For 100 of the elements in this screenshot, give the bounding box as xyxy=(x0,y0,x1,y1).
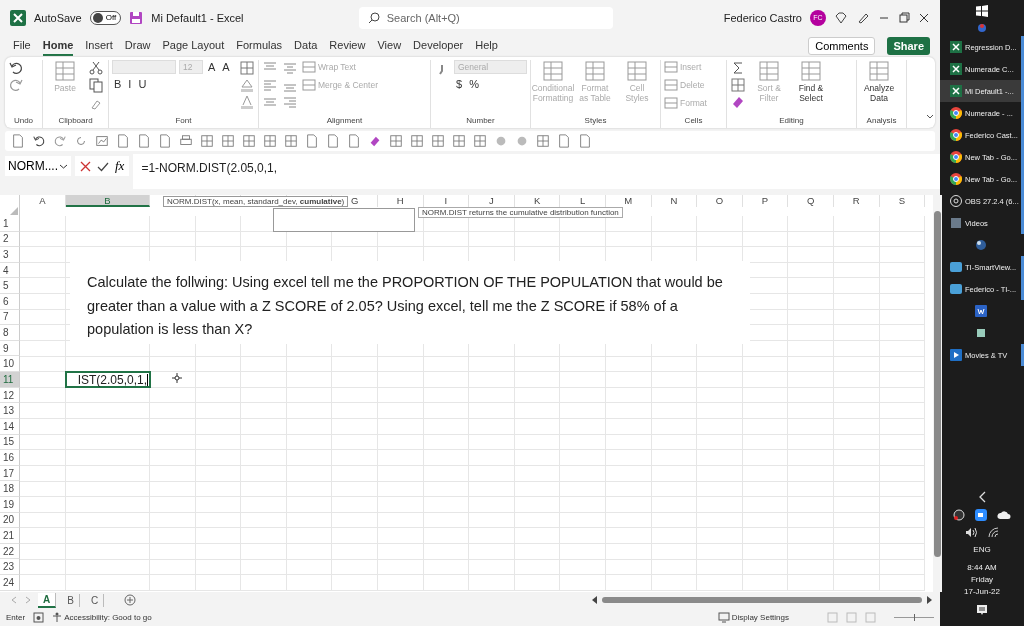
previous-icon[interactable] xyxy=(10,596,18,604)
close-icon[interactable] xyxy=(918,11,930,24)
day-text[interactable]: Friday xyxy=(964,574,1000,586)
tray-app-icon[interactable] xyxy=(953,509,965,521)
text-style-button[interactable]: U xyxy=(136,78,149,90)
document-icon[interactable] xyxy=(578,134,592,148)
add-sheet-icon[interactable] xyxy=(124,594,137,606)
ribbon-tab[interactable]: Formulas xyxy=(236,36,283,56)
document-icon[interactable] xyxy=(347,134,361,148)
document-icon[interactable] xyxy=(11,134,25,148)
row-header[interactable]: 11 xyxy=(0,372,20,388)
scroll-left-icon[interactable] xyxy=(592,596,598,604)
grid-icon[interactable] xyxy=(410,134,424,148)
next-icon[interactable] xyxy=(24,596,32,604)
search-field[interactable]: Search (Alt+Q) xyxy=(358,6,613,29)
share-button[interactable]: Share xyxy=(887,37,930,55)
text-style-button[interactable]: B xyxy=(112,78,124,90)
volume-icon[interactable] xyxy=(964,527,978,538)
document-icon[interactable] xyxy=(137,134,151,148)
document-icon[interactable] xyxy=(557,134,571,148)
align-center-icon[interactable] xyxy=(282,60,298,76)
active-cell[interactable]: IST(2.05,0,1, xyxy=(65,371,151,388)
ribbon-button[interactable]: Analyze Data xyxy=(860,60,898,104)
circle-icon[interactable] xyxy=(494,134,508,148)
align-right-icon[interactable] xyxy=(282,94,298,110)
text-style-button[interactable]: I xyxy=(126,78,134,90)
ribbon-tab[interactable]: Insert xyxy=(85,36,113,56)
text-style-button[interactable]: A xyxy=(220,60,232,74)
scissors-icon[interactable] xyxy=(88,60,104,76)
grid-icon[interactable] xyxy=(200,134,214,148)
page-break-icon[interactable] xyxy=(865,611,876,623)
ribbon-tab[interactable]: View xyxy=(377,36,402,56)
app-icon[interactable] xyxy=(974,327,987,339)
eraser-icon[interactable] xyxy=(730,94,746,110)
circle-icon[interactable] xyxy=(515,134,529,148)
grid-icon[interactable] xyxy=(452,134,466,148)
redo-icon[interactable] xyxy=(53,134,67,148)
cloud-icon[interactable] xyxy=(997,510,1011,520)
fill-color-icon[interactable] xyxy=(239,77,255,93)
column-header[interactable]: B xyxy=(66,195,150,207)
scrollbar-thumb[interactable] xyxy=(934,211,941,557)
ribbon-tab[interactable]: Page Layout xyxy=(162,36,225,56)
diamond-icon[interactable] xyxy=(834,10,848,25)
grid-icon[interactable] xyxy=(221,134,235,148)
ribbon-tab[interactable]: Help xyxy=(475,36,498,56)
eraser-icon[interactable] xyxy=(368,134,382,148)
document-icon[interactable] xyxy=(158,134,172,148)
normal-view-icon[interactable] xyxy=(827,611,838,623)
chevron-left-icon[interactable] xyxy=(978,491,986,503)
number-style-button[interactable]: % xyxy=(467,78,481,90)
formula-field[interactable]: =1-NORM.DIST(2.05,0,1, xyxy=(133,154,940,189)
document-app-icon[interactable] xyxy=(974,305,987,317)
text-style-button[interactable]: A xyxy=(206,60,218,74)
undo-icon[interactable] xyxy=(32,134,46,148)
align-left-icon[interactable] xyxy=(262,77,278,93)
display-settings-button[interactable]: Display Settings xyxy=(731,612,789,622)
accessibility-status[interactable]: Accessibility: Good to go xyxy=(64,612,152,622)
save-icon[interactable] xyxy=(129,10,144,25)
document-icon[interactable] xyxy=(326,134,340,148)
copy-icon[interactable] xyxy=(88,77,104,93)
ribbon-tab[interactable]: Review xyxy=(329,36,366,56)
time-text[interactable]: 8:44 AM xyxy=(964,562,1000,574)
insert-function-button[interactable]: fx xyxy=(115,158,125,174)
select-all-icon[interactable] xyxy=(9,206,19,216)
grid-icon[interactable] xyxy=(242,134,256,148)
ribbon-tab[interactable]: File xyxy=(13,36,31,56)
language-indicator[interactable]: ENG xyxy=(973,544,991,556)
grid-icon[interactable] xyxy=(473,134,487,148)
autosave-toggle[interactable]: Off xyxy=(89,10,122,25)
grid-icon[interactable] xyxy=(431,134,445,148)
horizontal-scrollbar-thumb[interactable] xyxy=(602,597,922,603)
comments-button[interactable]: Comments xyxy=(808,37,876,55)
date-text[interactable]: 17-Jun-22 xyxy=(964,586,1000,598)
chart-icon[interactable] xyxy=(95,134,109,148)
grid-icon[interactable] xyxy=(389,134,403,148)
ribbon-tab[interactable]: Developer xyxy=(413,36,464,56)
undo-icon[interactable] xyxy=(8,60,24,76)
scroll-right-icon[interactable] xyxy=(926,596,932,604)
name-box[interactable]: NORM.... xyxy=(5,156,71,176)
document-icon[interactable] xyxy=(305,134,319,148)
refresh-icon[interactable] xyxy=(74,134,88,148)
document-icon[interactable] xyxy=(116,134,130,148)
video-call-icon[interactable] xyxy=(975,509,987,521)
wifi-icon[interactable] xyxy=(987,527,1000,538)
printer-icon[interactable] xyxy=(179,134,193,148)
restore-icon[interactable] xyxy=(898,11,910,24)
cancel-icon[interactable] xyxy=(80,160,91,172)
page-layout-icon[interactable] xyxy=(846,611,857,623)
font-color-icon[interactable] xyxy=(239,94,255,110)
notification-icon[interactable] xyxy=(976,604,988,616)
sheet-tab[interactable]: C xyxy=(85,593,105,607)
grid-icon[interactable] xyxy=(536,134,550,148)
sheet-tab[interactable]: B xyxy=(62,593,80,607)
grid-icon[interactable] xyxy=(284,134,298,148)
borders-icon[interactable] xyxy=(239,60,255,76)
assistant-icon[interactable] xyxy=(977,21,987,34)
ribbon-button[interactable]: Find & Select xyxy=(792,60,830,104)
ribbon-tab[interactable]: Data xyxy=(294,36,318,56)
check-icon[interactable] xyxy=(97,160,109,172)
ribbon-tab[interactable]: Draw xyxy=(124,36,151,56)
